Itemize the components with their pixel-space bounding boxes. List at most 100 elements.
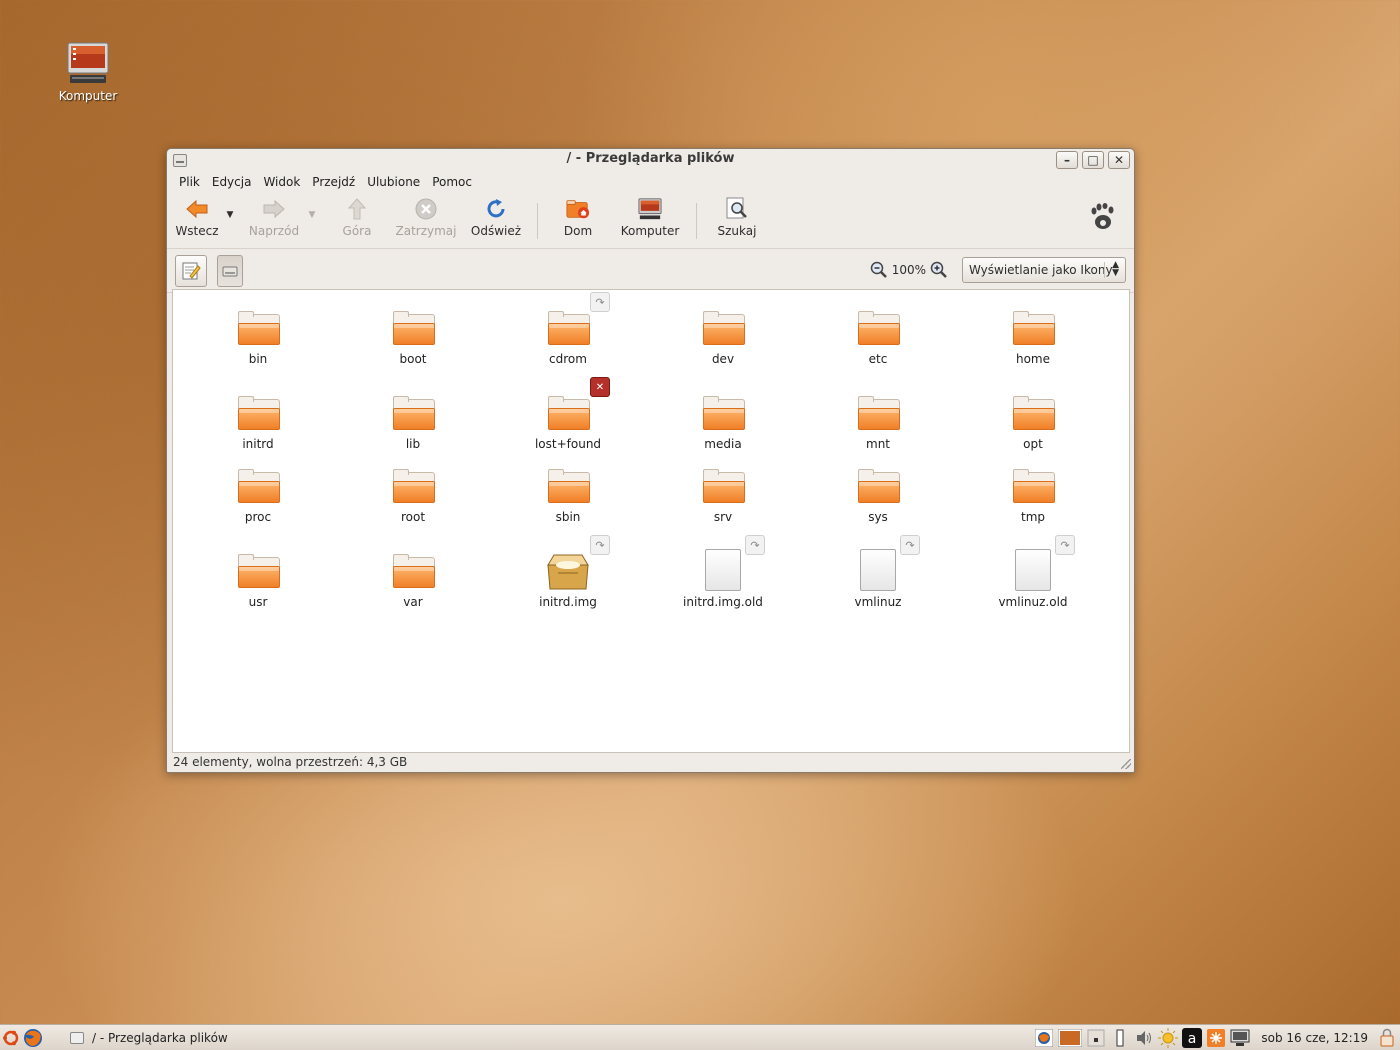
- bottom-panel: / - Przeglądarka plików a sob 16 cze, 12…: [0, 1024, 1400, 1050]
- file-browser-window: / - Przeglądarka plików – □ ✕ Plik Edycj…: [166, 148, 1135, 773]
- file-item[interactable]: lib: [353, 385, 473, 451]
- location-text-toggle-button[interactable]: [175, 254, 207, 287]
- file-name: initrd.img: [539, 595, 597, 609]
- logout-icon[interactable]: [1376, 1028, 1398, 1048]
- zoom-out-icon[interactable]: [870, 261, 888, 279]
- file-item[interactable]: ↷ initrd.img.old: [663, 535, 783, 609]
- clock[interactable]: sob 16 cze, 12:19: [1261, 1031, 1368, 1045]
- root-path-button[interactable]: [217, 254, 243, 287]
- file-name: root: [400, 510, 426, 524]
- select-divider: [1104, 262, 1105, 278]
- zoom-level[interactable]: 100%: [892, 263, 926, 277]
- firefox-tray-icon[interactable]: [1033, 1028, 1055, 1048]
- workspace-switcher[interactable]: [1057, 1028, 1083, 1048]
- file-item[interactable]: ↷ initrd.img: [508, 535, 628, 609]
- file-name: lost+found: [534, 437, 602, 451]
- toolbar-separator: [696, 203, 697, 239]
- file-name: srv: [713, 510, 733, 524]
- file-item[interactable]: ↷ vmlinuz.old: [973, 535, 1093, 609]
- file-item[interactable]: tmp: [973, 458, 1093, 524]
- folder-icon: ✕: [544, 377, 610, 433]
- document-icon: ↷: [854, 535, 920, 591]
- maximize-button[interactable]: □: [1082, 151, 1104, 169]
- resize-grip[interactable]: [1121, 759, 1131, 769]
- file-item[interactable]: etc: [818, 300, 938, 366]
- file-name: opt: [1023, 437, 1043, 451]
- status-text: 24 elementy, wolna przestrzeń: 4,3 GB: [173, 755, 408, 769]
- file-item[interactable]: sys: [818, 458, 938, 524]
- package-icon: ↷: [544, 535, 610, 591]
- folder-icon: [699, 458, 747, 506]
- firefox-launcher-icon[interactable]: [22, 1027, 44, 1049]
- folder-icon: [1009, 300, 1057, 348]
- close-button[interactable]: ✕: [1108, 151, 1130, 169]
- file-item[interactable]: opt: [973, 385, 1093, 451]
- file-item[interactable]: bin: [198, 300, 318, 366]
- weather-sun-icon[interactable]: [1157, 1028, 1179, 1048]
- back-button[interactable]: Wstecz: [171, 197, 223, 245]
- minimize-button[interactable]: –: [1056, 151, 1078, 169]
- forward-label: Naprzód: [248, 224, 300, 238]
- menu-przejdz[interactable]: Przejdź: [306, 175, 361, 189]
- menu-pomoc[interactable]: Pomoc: [426, 175, 478, 189]
- back-history-dropdown[interactable]: ▼: [223, 197, 237, 245]
- file-item[interactable]: dev: [663, 300, 783, 366]
- up-label: Góra: [342, 224, 372, 238]
- file-item[interactable]: mnt: [818, 385, 938, 451]
- stop-label: Zatrzymaj: [395, 224, 457, 238]
- file-item[interactable]: home: [973, 300, 1093, 366]
- file-item[interactable]: initrd: [198, 385, 318, 451]
- file-item[interactable]: usr: [198, 543, 318, 609]
- file-item[interactable]: media: [663, 385, 783, 451]
- file-item[interactable]: srv: [663, 458, 783, 524]
- back-arrow-icon: [185, 197, 209, 221]
- desktop-icon-computer[interactable]: Komputer: [52, 42, 124, 103]
- file-item[interactable]: ✕ lost+found: [508, 377, 628, 451]
- search-icon: [725, 197, 749, 221]
- titlebar[interactable]: / - Przeglądarka plików – □ ✕: [167, 149, 1134, 171]
- file-name: vmlinuz: [854, 595, 902, 609]
- file-name: media: [704, 437, 742, 451]
- accessibility-icon[interactable]: a: [1181, 1028, 1203, 1048]
- forward-history-dropdown[interactable]: ▼: [305, 197, 319, 245]
- update-notifier-icon[interactable]: [1205, 1028, 1227, 1048]
- menu-widok[interactable]: Widok: [257, 175, 306, 189]
- folder-icon: [854, 385, 902, 433]
- home-button[interactable]: Dom: [548, 197, 608, 245]
- zoom-in-icon[interactable]: [930, 261, 948, 279]
- stop-button[interactable]: Zatrzymaj: [391, 197, 461, 245]
- toolbar-separator: [537, 203, 538, 239]
- file-item[interactable]: ↷ vmlinuz: [818, 535, 938, 609]
- file-item[interactable]: ↷ cdrom: [508, 292, 628, 366]
- file-item[interactable]: root: [353, 458, 473, 524]
- menu-plik[interactable]: Plik: [173, 175, 206, 189]
- computer-label: Komputer: [620, 224, 680, 238]
- file-item[interactable]: boot: [353, 300, 473, 366]
- folder-icon: [1009, 385, 1057, 433]
- harddisk-icon: [222, 266, 238, 276]
- view-mode-select[interactable]: Wyświetlanie jako Ikony ▲ ▼: [962, 257, 1126, 283]
- disk-mount-icon[interactable]: [1085, 1028, 1107, 1048]
- menu-edycja[interactable]: Edycja: [206, 175, 258, 189]
- reload-label: Odśwież: [470, 224, 522, 238]
- brightness-icon[interactable]: [1109, 1028, 1131, 1048]
- file-icon-view[interactable]: bin boot ↷ cdrom dev etc home initrd lib ✕ lost+fo…: [172, 289, 1130, 753]
- gnome-foot-icon: [1090, 203, 1116, 231]
- folder-icon: ↷: [544, 292, 610, 348]
- folder-icon: [699, 300, 747, 348]
- taskbar-window-button[interactable]: / - Przeglądarka plików: [64, 1027, 234, 1049]
- ubuntu-menu-icon[interactable]: [0, 1027, 22, 1049]
- search-button[interactable]: Szukaj: [707, 197, 767, 245]
- volume-icon[interactable]: [1133, 1028, 1155, 1048]
- file-item[interactable]: proc: [198, 458, 318, 524]
- home-folder-icon: [566, 197, 590, 221]
- menu-ulubione[interactable]: Ulubione: [361, 175, 426, 189]
- file-item[interactable]: var: [353, 543, 473, 609]
- reload-button[interactable]: Odśwież: [465, 197, 527, 245]
- file-item[interactable]: sbin: [508, 458, 628, 524]
- up-button[interactable]: Góra: [327, 197, 387, 245]
- network-icon[interactable]: [1229, 1028, 1251, 1048]
- document-icon: ↷: [1009, 535, 1075, 591]
- computer-button[interactable]: Komputer: [614, 197, 686, 245]
- forward-button[interactable]: Naprzód: [243, 197, 305, 245]
